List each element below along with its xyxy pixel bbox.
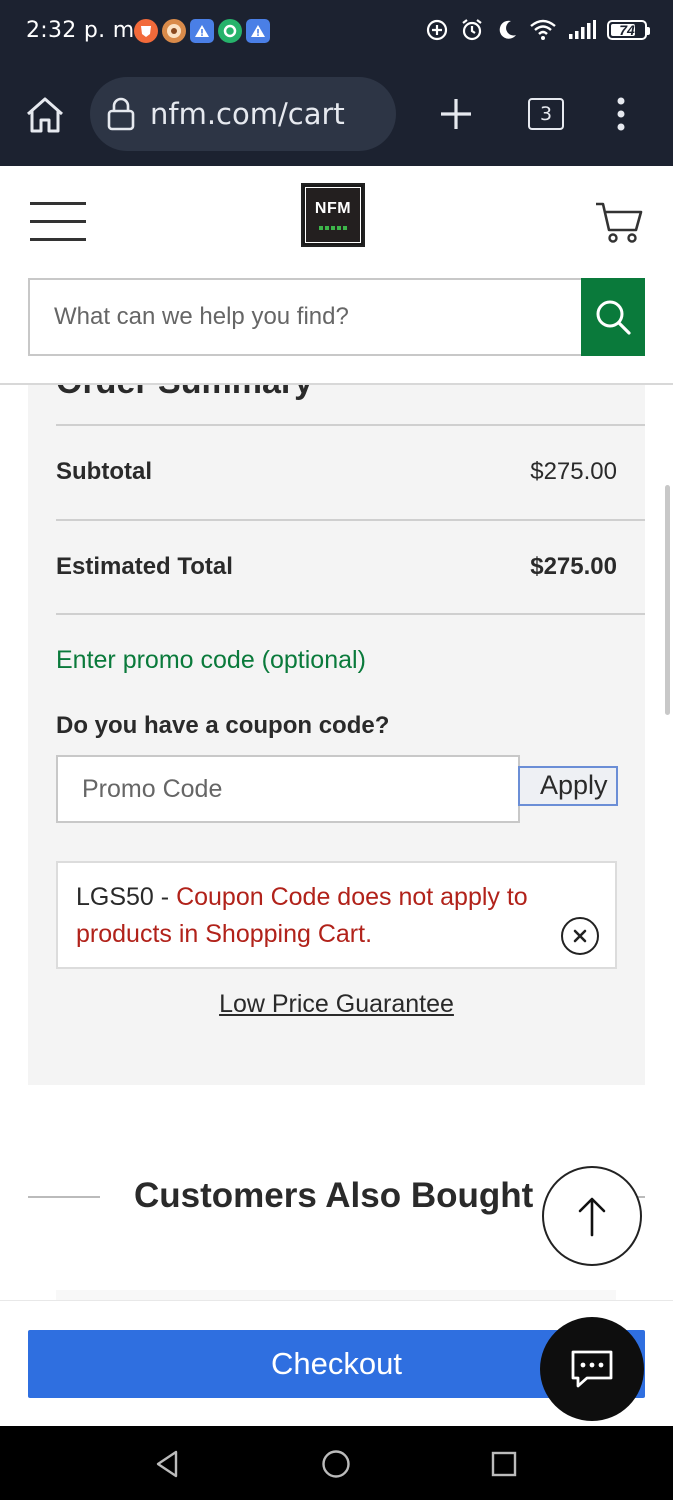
- arrow-up-icon: [578, 1197, 606, 1237]
- wifi-icon: [530, 19, 556, 40]
- alert-icon: [190, 19, 214, 43]
- status-bar: 2:32 p. m. 74: [0, 0, 673, 62]
- home-icon[interactable]: [22, 92, 68, 138]
- lock-icon: [107, 97, 135, 131]
- subtotal-value: $275.00: [530, 458, 617, 485]
- apply-button[interactable]: Apply: [518, 766, 618, 806]
- alarm-icon: [462, 19, 482, 41]
- estimated-total-value: $275.00: [530, 553, 617, 580]
- nfm-logo[interactable]: NFM: [301, 183, 365, 247]
- search-button[interactable]: [581, 278, 645, 356]
- order-summary-panel: Order Summary Subtotal $275.00 Estimated…: [28, 385, 645, 1085]
- system-icons: 74: [425, 17, 650, 43]
- chrome-icon: [162, 19, 186, 43]
- circle-app-icon: [218, 19, 242, 43]
- site-header: NFM: [0, 166, 673, 278]
- url-text: nfm.com/cart: [150, 97, 345, 131]
- coupon-error-message: LGS50 - Coupon Code does not apply to pr…: [56, 861, 617, 969]
- search-icon: [596, 300, 631, 335]
- alert-icon: [246, 19, 270, 43]
- system-navigation-bar: [0, 1426, 673, 1500]
- data-saver-icon: [426, 19, 448, 41]
- hamburger-menu-icon[interactable]: [30, 202, 86, 242]
- brave-icon: [134, 19, 158, 43]
- search-input[interactable]: [28, 278, 582, 356]
- divider: [56, 424, 645, 426]
- subtotal-label: Subtotal: [56, 458, 152, 485]
- battery-percent: 74: [619, 22, 635, 38]
- new-tab-icon[interactable]: [436, 94, 476, 134]
- cart-icon[interactable]: [594, 200, 644, 246]
- battery-icon: 74: [607, 20, 650, 40]
- error-coupon-code: LGS50 -: [76, 883, 177, 911]
- site-search: [28, 278, 645, 356]
- chat-button[interactable]: [540, 1317, 644, 1421]
- signal-icon: [569, 20, 596, 39]
- logo-text: NFM: [314, 200, 352, 217]
- page-scrollbar[interactable]: [665, 485, 670, 715]
- scroll-to-top-button[interactable]: [542, 1166, 642, 1266]
- promo-code-input[interactable]: [56, 755, 520, 823]
- back-icon[interactable]: [152, 1448, 184, 1480]
- promo-code-link[interactable]: Enter promo code (optional): [56, 646, 366, 675]
- close-icon[interactable]: [561, 917, 599, 955]
- browser-toolbar: nfm.com/cart 3: [0, 62, 673, 166]
- low-price-guarantee-link[interactable]: Low Price Guarantee: [28, 990, 645, 1019]
- order-summary-title: Order Summary: [56, 385, 313, 402]
- home-nav-icon[interactable]: [320, 1448, 352, 1480]
- recents-icon[interactable]: [488, 1448, 520, 1480]
- divider: [56, 613, 645, 615]
- divider: [56, 519, 645, 521]
- address-bar[interactable]: nfm.com/cart: [90, 77, 396, 151]
- chat-icon: [571, 1350, 613, 1388]
- coupon-question: Do you have a coupon code?: [56, 712, 390, 739]
- kebab-menu-icon[interactable]: [606, 96, 636, 132]
- estimated-total-label: Estimated Total: [56, 553, 233, 580]
- moon-icon: [499, 20, 516, 39]
- customers-also-bought-title: Customers Also Bought: [134, 1176, 534, 1215]
- status-time: 2:32 p. m.: [26, 18, 142, 43]
- tab-switcher-button[interactable]: 3: [528, 98, 564, 130]
- section-rule-left: [28, 1196, 100, 1198]
- notification-icons: [134, 19, 270, 43]
